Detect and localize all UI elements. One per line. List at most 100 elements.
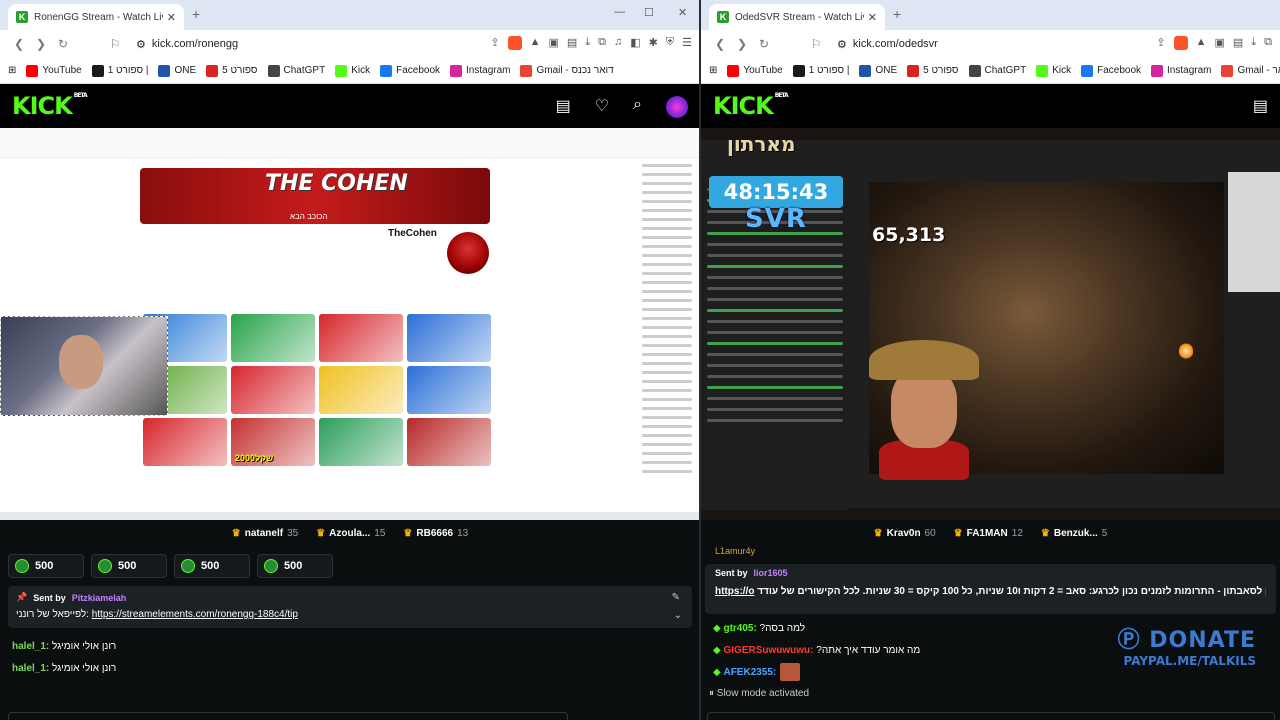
- bookmark-page-icon[interactable]: ⚐: [104, 37, 126, 51]
- bookmark-item[interactable]: Gmail - דואר נכנס: [520, 64, 614, 77]
- bookmark-item[interactable]: ספורט 5: [206, 64, 258, 77]
- tip-link[interactable]: https://streamelements.com/ronengg-188c4…: [92, 609, 298, 620]
- close-window-icon[interactable]: ✕: [678, 6, 687, 19]
- video-thumbnail[interactable]: [319, 314, 403, 362]
- leaderboard-entry[interactable]: ♛ FA1MAN 12: [954, 528, 1023, 539]
- pinned-username[interactable]: Pitzkiamelah: [72, 593, 127, 603]
- video-thumbnail[interactable]: [407, 314, 491, 362]
- search-icon[interactable]: ⌕: [633, 96, 642, 118]
- pinned-username[interactable]: lior1605: [754, 568, 788, 578]
- menu-icon[interactable]: ☰: [682, 36, 692, 50]
- new-tab-icon[interactable]: +: [893, 6, 901, 22]
- stream-video-player[interactable]: THE COHEN הכוכב הבא TheCohen 2000שקל: [0, 128, 700, 520]
- rewards-icon[interactable]: ▲: [530, 36, 541, 50]
- back-icon[interactable]: ❮: [8, 37, 30, 51]
- chevron-down-icon[interactable]: ⌄: [674, 610, 682, 621]
- video-thumbnail[interactable]: [319, 366, 403, 414]
- apps-icon[interactable]: ⊞: [709, 65, 717, 76]
- address-bar[interactable]: ⚙ kick.com/ronengg: [136, 38, 238, 51]
- browse-icon[interactable]: ▤: [556, 96, 571, 118]
- chat-input[interactable]: [8, 712, 568, 720]
- bookmark-item[interactable]: Gmail - דואר: [1221, 64, 1280, 77]
- extensions-icon[interactable]: ✱: [649, 36, 658, 50]
- apps-icon[interactable]: ⊞: [8, 65, 16, 76]
- browse-icon[interactable]: ▤: [1253, 96, 1268, 116]
- video-thumbnail[interactable]: 2000שקל: [231, 418, 315, 466]
- leaderboard-entry[interactable]: ♛ Azoula... 15: [316, 528, 385, 539]
- kick-logo[interactable]: KICK BETA: [713, 92, 789, 120]
- leaderboard-entry[interactable]: ♛ Krav0n 60: [874, 528, 936, 539]
- media-icon[interactable]: ♫: [614, 36, 622, 50]
- avatar[interactable]: [666, 96, 688, 118]
- video-thumbnail[interactable]: [407, 418, 491, 466]
- sidebar-icon[interactable]: ◧: [630, 36, 640, 50]
- cast-icon[interactable]: ⧉: [1264, 36, 1272, 50]
- maximize-icon[interactable]: ☐: [644, 6, 654, 19]
- stream-video-player[interactable]: מארתון 48:15:43 SVR 65,313: [701, 128, 1280, 520]
- minimize-icon[interactable]: —: [614, 6, 625, 18]
- leaderboard-entry[interactable]: ♛ natanelf 35: [232, 528, 298, 539]
- bookmark-page-icon[interactable]: ⚐: [805, 37, 827, 51]
- new-tab-icon[interactable]: +: [192, 6, 200, 22]
- leaderboard-entry[interactable]: ♛ Benzuk... 5: [1041, 528, 1107, 539]
- reader-icon[interactable]: ▤: [567, 36, 577, 50]
- chat-username[interactable]: AFEK2355:: [723, 667, 776, 678]
- bookmark-item[interactable]: Instagram: [1151, 64, 1211, 77]
- gift-button[interactable]: 500: [257, 554, 333, 578]
- bookmark-item[interactable]: ChatGPT: [968, 64, 1026, 77]
- pinned-message[interactable]: Sent by lior1605 https://o מחירון לסאבתו…: [705, 564, 1276, 614]
- bookmark-item[interactable]: ONE: [158, 64, 196, 77]
- forward-icon[interactable]: ❯: [30, 37, 52, 51]
- unpin-icon[interactable]: ✎: [672, 592, 680, 603]
- site-settings-icon[interactable]: ⚙: [837, 38, 847, 51]
- bookmark-item[interactable]: Kick: [335, 64, 370, 77]
- bookmark-item[interactable]: YouTube: [26, 64, 82, 77]
- download-icon[interactable]: ⤓: [1251, 36, 1256, 50]
- video-thumbnail[interactable]: [231, 314, 315, 362]
- bookmark-item[interactable]: Instagram: [450, 64, 510, 77]
- leaderboard-entry[interactable]: ♛ RB6666 13: [403, 528, 468, 539]
- pinned-link[interactable]: https://o: [715, 586, 754, 597]
- video-thumbnail[interactable]: [143, 418, 227, 466]
- pinned-message[interactable]: 📌 Sent by Pitzkiamelah לפייפאל של רונני:…: [8, 586, 692, 628]
- bookmark-item[interactable]: ספורט 1 |: [91, 64, 148, 77]
- share-icon[interactable]: ⇪: [490, 36, 499, 50]
- kick-logo[interactable]: KICK BETA: [12, 92, 88, 120]
- chat-username[interactable]: halel_1:: [12, 663, 49, 674]
- gift-button[interactable]: 500: [8, 554, 84, 578]
- following-heart-icon[interactable]: ♡: [595, 96, 609, 118]
- bookmark-item[interactable]: ספורט 5: [907, 64, 959, 77]
- screenshot-icon[interactable]: ▣: [548, 36, 558, 50]
- reload-icon[interactable]: ↻: [52, 37, 74, 51]
- rewards-icon[interactable]: ▲: [1196, 36, 1207, 50]
- gift-button[interactable]: 500: [174, 554, 250, 578]
- brave-shield-icon[interactable]: [1173, 36, 1188, 50]
- video-thumbnail[interactable]: [231, 366, 315, 414]
- share-icon[interactable]: ⇪: [1156, 36, 1165, 50]
- close-tab-icon[interactable]: ✕: [868, 11, 877, 24]
- close-tab-icon[interactable]: ✕: [167, 11, 176, 24]
- screenshot-icon[interactable]: ▣: [1214, 36, 1224, 50]
- video-thumbnail[interactable]: [407, 366, 491, 414]
- reload-icon[interactable]: ↻: [753, 37, 775, 51]
- chat-input[interactable]: [707, 712, 1275, 720]
- chat-username[interactable]: gtr405:: [723, 623, 756, 634]
- video-thumbnail[interactable]: [319, 418, 403, 466]
- cast-icon[interactable]: ⧉: [598, 36, 606, 50]
- chat-username[interactable]: halel_1:: [12, 641, 49, 652]
- bookmark-item[interactable]: Facebook: [1081, 64, 1141, 77]
- browser-tab[interactable]: K OdedSVR Stream - Watch Live ✕: [709, 4, 885, 30]
- bookmark-item[interactable]: ONE: [859, 64, 897, 77]
- bookmark-item[interactable]: Kick: [1036, 64, 1071, 77]
- browser-tab[interactable]: K RonenGG Stream - Watch Live o ✕: [8, 4, 184, 30]
- brave-shield-icon[interactable]: [507, 36, 522, 50]
- download-icon[interactable]: ⤓: [585, 36, 590, 50]
- reader-icon[interactable]: ▤: [1233, 36, 1243, 50]
- chat-username[interactable]: GIGERSuwuwuwu:: [723, 645, 813, 656]
- forward-icon[interactable]: ❯: [731, 37, 753, 51]
- vpn-icon[interactable]: ⛨: [666, 36, 674, 50]
- bookmark-item[interactable]: ספורט 1 |: [792, 64, 849, 77]
- bookmark-item[interactable]: ChatGPT: [267, 64, 325, 77]
- address-bar[interactable]: ⚙ kick.com/odedsvr: [837, 38, 938, 51]
- site-settings-icon[interactable]: ⚙: [136, 38, 146, 51]
